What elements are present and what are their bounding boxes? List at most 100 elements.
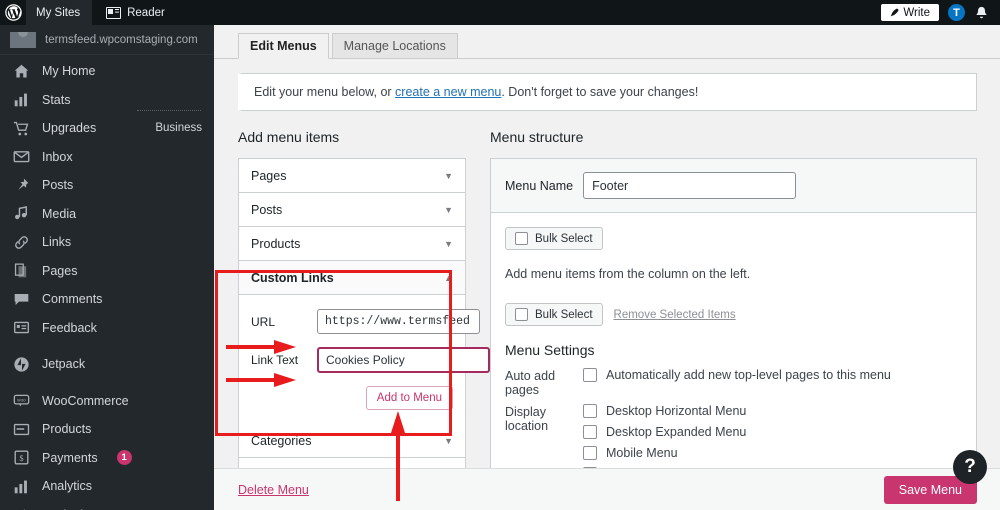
sidebar-item-analytics[interactable]: Analytics — [0, 472, 214, 501]
chevron-down-icon: ▼ — [444, 238, 453, 249]
svg-text:woo: woo — [17, 398, 26, 403]
sidebar-item-pages[interactable]: Pages — [0, 257, 214, 286]
accordion-categories[interactable]: Categories ▼ — [239, 424, 465, 458]
add-menu-items-column: Add menu items Pages ▼ Posts ▼ Products … — [238, 129, 490, 510]
sidebar-item-upgrades[interactable]: Upgrades Business — [0, 110, 214, 143]
sidebar-item-label: Products — [42, 422, 92, 437]
display-location-option-desktop-horizontal-menu[interactable]: Desktop Horizontal Menu — [583, 404, 962, 418]
sidebar-item-links[interactable]: Links — [0, 228, 214, 257]
accordion-products[interactable]: Products ▼ — [239, 227, 465, 261]
payments-icon: $ — [13, 449, 30, 466]
link-text-input[interactable] — [317, 347, 490, 373]
bulk-select-top-checkbox[interactable] — [515, 232, 528, 245]
avatar[interactable]: T — [948, 4, 965, 21]
bell-icon[interactable] — [974, 5, 989, 20]
sidebar-dotted-divider — [137, 110, 201, 111]
add-to-menu-button[interactable]: Add to Menu — [365, 386, 453, 410]
auto-add-pages-checkbox[interactable] — [583, 368, 597, 382]
notice-text-before: Edit your menu below, or — [254, 85, 396, 99]
sidebar-item-badge: 1 — [116, 450, 132, 466]
comment-icon — [13, 291, 30, 308]
sidebar-item-my-home[interactable]: My Home — [0, 57, 214, 86]
url-input[interactable] — [317, 309, 480, 334]
sidebar-item-inbox[interactable]: Inbox — [0, 143, 214, 172]
wordpress-logo-icon[interactable] — [0, 0, 26, 25]
home-icon — [13, 63, 30, 80]
auto-add-pages-row: Auto add pages Automatically add new top… — [505, 368, 962, 397]
auto-add-pages-option[interactable]: Automatically add new top-level pages to… — [583, 368, 962, 382]
chevron-down-icon: ▼ — [444, 170, 453, 181]
menu-name-label: Menu Name — [505, 178, 574, 193]
sidebar-item-jetpack[interactable]: Jetpack — [0, 350, 214, 379]
display-location-checkbox[interactable] — [583, 446, 597, 460]
woocommerce-icon: woo — [13, 392, 30, 409]
sidebar-item-posts[interactable]: Posts — [0, 171, 214, 200]
svg-text:$: $ — [19, 453, 23, 463]
link-text-field-row: Link Text — [251, 347, 490, 373]
display-location-option-label: Desktop Expanded Menu — [606, 425, 747, 439]
sidebar-item-woocommerce[interactable]: woo WooCommerce — [0, 387, 214, 416]
auto-add-pages-option-label: Automatically add new top-level pages to… — [606, 368, 891, 382]
menu-structure-column: Menu structure Menu Name Bulk Select Add… — [490, 129, 977, 510]
sidebar-item-feedback[interactable]: Feedback — [0, 314, 214, 343]
sidebar-item-label: Comments — [42, 292, 103, 307]
sidebar-item-comments[interactable]: Comments — [0, 285, 214, 314]
write-button[interactable]: Write — [881, 4, 939, 21]
help-button[interactable]: ? — [953, 450, 987, 484]
sidebar-site-header[interactable]: termsfeed.wpcomstaging.com — [0, 25, 214, 55]
remove-selected-items-link[interactable]: Remove Selected Items — [614, 309, 736, 321]
sidebar-item-label: Inbox — [42, 149, 73, 164]
display-location-option-desktop-expanded-menu[interactable]: Desktop Expanded Menu — [583, 425, 962, 439]
sidebar-item-label: Feedback — [42, 320, 97, 335]
reader-icon — [106, 6, 122, 19]
add-menu-items-title: Add menu items — [238, 129, 340, 145]
bulk-select-bottom-button[interactable]: Bulk Select — [505, 303, 603, 326]
sidebar-item-label: Stats — [42, 92, 71, 107]
display-location-option-label: Mobile Menu — [606, 446, 678, 460]
sidebar-item-products[interactable]: Products — [0, 415, 214, 444]
jetpack-icon — [13, 356, 30, 373]
masthead-my-sites-label: My Sites — [36, 6, 81, 19]
chevron-down-icon: ▼ — [444, 435, 453, 446]
feedback-icon — [13, 319, 30, 336]
sidebar-item-label: Jetpack — [42, 357, 86, 372]
masthead-my-sites[interactable]: My Sites — [26, 0, 93, 25]
columns: Add menu items Pages ▼ Posts ▼ Products … — [214, 111, 1000, 510]
display-location-checkbox[interactable] — [583, 404, 597, 418]
pin-icon — [13, 177, 30, 194]
tab-edit-menus[interactable]: Edit Menus — [238, 33, 329, 59]
products-icon — [13, 421, 30, 438]
accordion-categories-label: Categories — [251, 433, 312, 448]
sidebar-item-media[interactable]: Media — [0, 200, 214, 229]
sidebar-separator — [0, 379, 214, 387]
accordion-pages[interactable]: Pages ▼ — [239, 159, 465, 193]
custom-links-form: URL Link Text Add to Menu — [239, 295, 490, 424]
stats-bars-icon — [13, 91, 30, 108]
url-field-row: URL — [251, 309, 480, 334]
pencil-icon — [891, 8, 899, 17]
create-new-menu-link[interactable]: create a new menu — [395, 85, 501, 99]
tab-manage-locations[interactable]: Manage Locations — [331, 33, 458, 59]
add-menu-items-accordion: Pages ▼ Posts ▼ Products ▼ Custom Links … — [238, 158, 490, 510]
accordion-posts[interactable]: Posts ▼ — [239, 193, 465, 227]
sidebar-item-payments[interactable]: $ Payments 1 — [0, 444, 214, 473]
delete-menu-link[interactable]: Delete Menu — [238, 483, 309, 497]
notice-text-after: . Don't forget to save your changes! — [501, 85, 699, 99]
tab-bar: Edit Menus Manage Locations — [214, 25, 1000, 59]
sidebar-item-marketing[interactable]: Marketing — [0, 501, 214, 510]
media-icon — [13, 205, 30, 222]
question-mark-icon: ? — [964, 456, 976, 477]
masthead: My Sites Reader Write T — [0, 0, 1000, 25]
link-text-label: Link Text — [251, 353, 299, 367]
menu-name-input[interactable] — [583, 172, 797, 199]
sidebar-item-plan-label: Business — [155, 122, 202, 135]
masthead-reader[interactable]: Reader — [92, 0, 177, 25]
accordion-custom-links[interactable]: Custom Links ▲ — [239, 261, 465, 295]
bulk-select-bottom-checkbox[interactable] — [515, 308, 528, 321]
sidebar-item-label: Payments — [42, 450, 98, 465]
bulk-select-top-button[interactable]: Bulk Select — [505, 227, 603, 250]
sidebar-item-label: Posts — [42, 178, 74, 193]
display-location-checkbox[interactable] — [583, 425, 597, 439]
menu-structure-title: Menu structure — [490, 129, 584, 145]
display-location-option-mobile-menu[interactable]: Mobile Menu — [583, 446, 962, 460]
